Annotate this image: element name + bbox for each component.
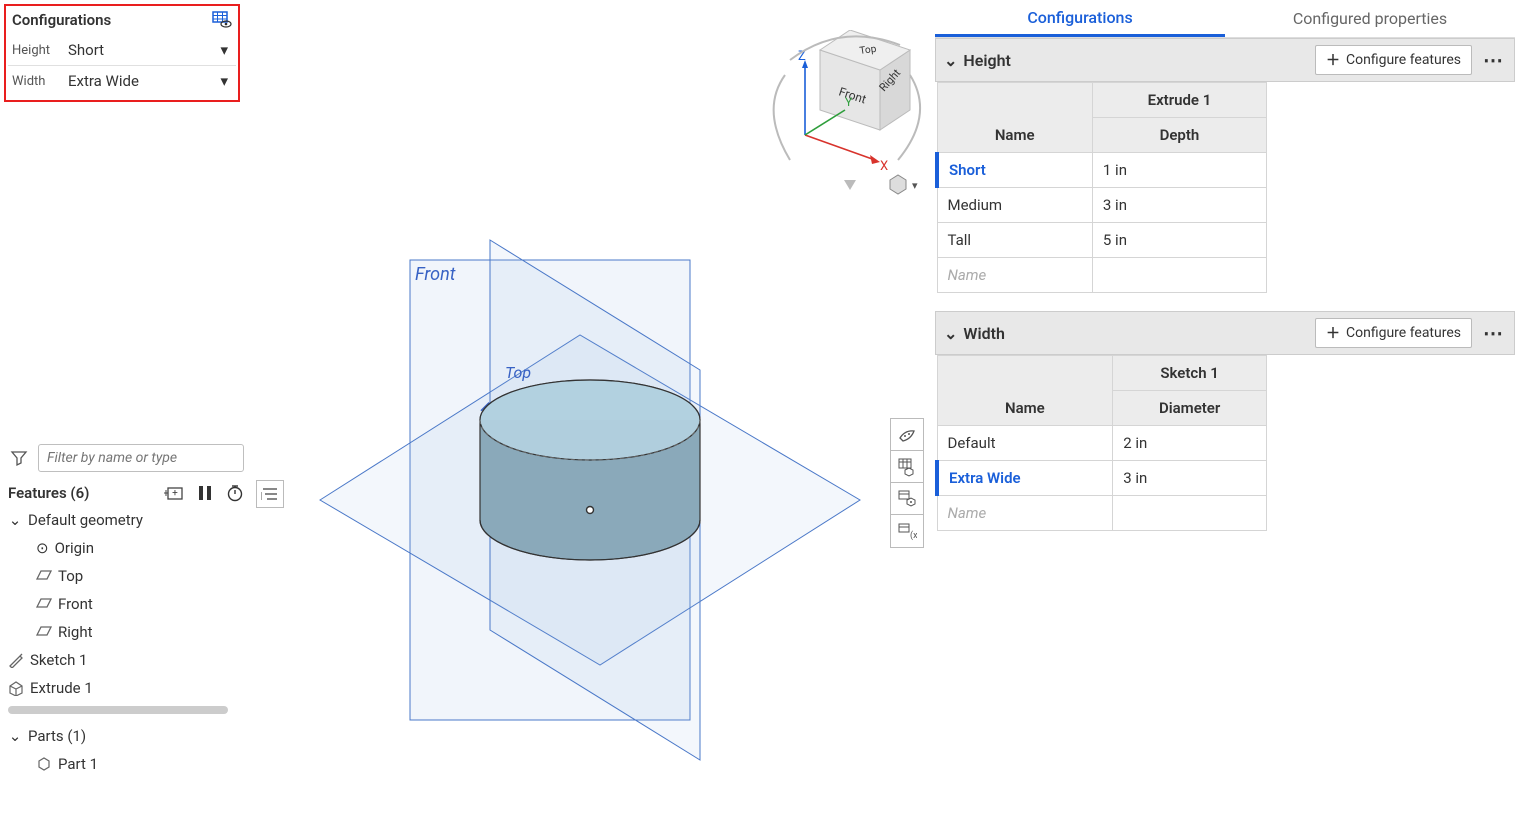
extrude-icon [8, 680, 24, 696]
tree-origin[interactable]: ⊙ Origin [6, 534, 246, 562]
svg-text:(x): (x) [910, 530, 917, 541]
svg-text:Y: Y [845, 95, 853, 109]
plane-label-top: Top [505, 363, 531, 382]
config-row-height: Height Short ▾ [8, 35, 236, 66]
right-toolbar: (x) [890, 418, 924, 548]
3d-viewport[interactable]: Front Top Right [310, 200, 870, 780]
col-name: Name [937, 356, 1113, 426]
tree-parts[interactable]: ⌄ Parts (1) [6, 722, 246, 750]
ellipsis-icon: ⋯ [1483, 321, 1503, 345]
tree-label: Extrude 1 [30, 679, 93, 697]
width-table: Name Sketch 1 Diameter Default2 in Extra… [935, 355, 1267, 531]
filter-icon[interactable] [8, 449, 30, 467]
tree-sketch1[interactable]: Sketch 1 [6, 646, 246, 674]
plane-icon [36, 625, 52, 639]
pause-icon[interactable] [198, 485, 212, 501]
plane-icon [36, 569, 52, 583]
table-row-new[interactable]: Name [937, 258, 1267, 293]
table-row-new[interactable]: Name [937, 496, 1267, 531]
features-heading: Features (6) [8, 484, 89, 502]
appearance-icon[interactable] [891, 419, 923, 451]
table-row[interactable]: Tall5 in [937, 223, 1267, 258]
ellipsis-icon: ⋯ [1483, 48, 1503, 72]
table-row[interactable]: Extra Wide3 in [937, 461, 1267, 496]
caret-down-icon[interactable]: ⌄ [944, 324, 957, 343]
tree-label: Right [58, 623, 92, 641]
add-feature-icon[interactable]: + [164, 485, 184, 501]
tree-top[interactable]: Top [6, 562, 246, 590]
tab-configurations[interactable]: Configurations [935, 0, 1225, 37]
plane-icon [36, 597, 52, 611]
svg-text:▾: ▾ [912, 179, 918, 192]
sketch-icon [8, 652, 24, 668]
tree-label: Parts (1) [28, 727, 86, 745]
tree-part1[interactable]: Part 1 [6, 750, 246, 778]
origin-icon: ⊙ [36, 539, 49, 557]
assembly-config-icon[interactable] [891, 483, 923, 515]
more-menu-button[interactable]: ⋯ [1480, 47, 1506, 73]
chevron-down-icon: ▾ [220, 72, 228, 90]
section-title: Height [963, 51, 1011, 70]
section-title: Width [963, 324, 1005, 343]
tree-label: Front [58, 595, 93, 613]
table-row[interactable]: Short1 in [937, 153, 1267, 188]
svg-text:+: + [172, 488, 178, 499]
col-feature: Sketch 1 [1113, 356, 1267, 391]
config-row-width: Width Extra Wide ▾ [8, 66, 236, 96]
caret-down-icon[interactable]: ⌄ [944, 51, 957, 70]
tree-label: Origin [55, 539, 94, 557]
col-property: Depth [1092, 118, 1266, 153]
configure-features-button[interactable]: ＋ Configure features [1315, 45, 1472, 75]
filter-input[interactable] [38, 444, 244, 472]
tree-label: Part 1 [58, 755, 98, 773]
config-table-visibility-icon[interactable] [212, 11, 232, 29]
config-height-label: Height [12, 43, 64, 58]
more-menu-button[interactable]: ⋯ [1480, 320, 1506, 346]
outline-toggle-button[interactable] [256, 480, 284, 508]
tree-label: Default geometry [28, 511, 143, 529]
svg-text:X: X [880, 159, 888, 174]
caret-down-icon: ⌄ [8, 727, 22, 745]
config-grid-icon[interactable] [891, 451, 923, 483]
tree-label: Sketch 1 [30, 651, 88, 669]
height-section: ⌄ Height ＋ Configure features ⋯ Name Ext… [935, 38, 1515, 293]
col-name: Name [937, 83, 1092, 153]
tree-right[interactable]: Right [6, 618, 246, 646]
config-width-select[interactable]: Extra Wide ▾ [64, 68, 232, 94]
horizontal-scrollbar[interactable] [8, 706, 228, 714]
tree-default-geometry[interactable]: ⌄ Default geometry [6, 506, 246, 534]
config-height-value: Short [68, 41, 104, 59]
stopwatch-icon[interactable] [226, 484, 244, 502]
tree-label: Top [58, 567, 83, 585]
features-panel: Features (6) + ⌄ Default geometry ⊙ Orig… [6, 442, 246, 778]
view-cube[interactable]: Front Right Top Z X Y ▾ [750, 30, 930, 200]
configurations-right-panel: Configurations Configured properties ⌄ H… [935, 0, 1515, 822]
variable-config-icon[interactable]: (x) [891, 515, 923, 547]
part-icon [36, 756, 52, 772]
plane-label-front: Front [415, 264, 456, 285]
config-width-label: Width [12, 74, 64, 89]
col-feature: Extrude 1 [1092, 83, 1266, 118]
tab-configured-properties[interactable]: Configured properties [1225, 0, 1515, 37]
config-panel-title: Configurations [12, 11, 111, 29]
configure-features-button[interactable]: ＋ Configure features [1315, 318, 1472, 348]
chevron-down-icon: ▾ [220, 41, 228, 59]
col-property: Diameter [1113, 391, 1267, 426]
height-table: Name Extrude 1 Depth Short1 in Medium3 i… [935, 82, 1267, 293]
caret-down-icon: ⌄ [8, 511, 22, 529]
table-row[interactable]: Medium3 in [937, 188, 1267, 223]
configure-features-label: Configure features [1346, 325, 1461, 341]
plus-icon: ＋ [1326, 50, 1340, 70]
width-section: ⌄ Width ＋ Configure features ⋯ Name Sket… [935, 311, 1515, 531]
configure-features-label: Configure features [1346, 52, 1461, 68]
origin-point-icon [587, 507, 594, 514]
tree-extrude1[interactable]: Extrude 1 [6, 674, 246, 702]
configurations-panel: Configurations Height Short ▾ Width Extr… [4, 4, 240, 102]
plus-icon: ＋ [1326, 323, 1340, 343]
tree-front[interactable]: Front [6, 590, 246, 618]
config-width-value: Extra Wide [68, 72, 139, 90]
config-height-select[interactable]: Short ▾ [64, 37, 232, 63]
table-row[interactable]: Default2 in [937, 426, 1267, 461]
